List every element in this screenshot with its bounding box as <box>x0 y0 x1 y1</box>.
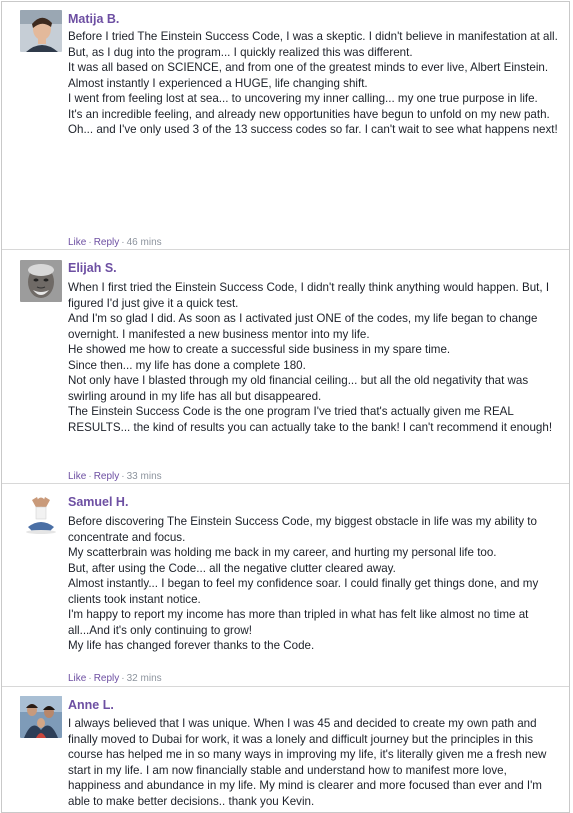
reply-link[interactable]: Reply <box>94 673 120 684</box>
comment-paragraph: Oh... and I've only used 3 of the 13 suc… <box>68 123 558 136</box>
comment-paragraph: When I first tried the Einstein Success … <box>68 281 550 310</box>
comment: Matija B. Before I tried The Einstein Su… <box>2 2 569 258</box>
comment-paragraph: And I'm so glad I did. As soon as I acti… <box>68 312 538 341</box>
comment-text: I always believed that I was unique. Whe… <box>68 716 558 809</box>
comment-paragraph: It's an incredible feeling, and already … <box>68 107 550 121</box>
comment-paragraph: The Einstein Success Code is the one pro… <box>68 405 553 434</box>
meditating-man-avatar[interactable] <box>20 493 62 535</box>
comment-paragraph: Since then... my life has done a complet… <box>68 358 306 372</box>
comment: Elijah S. When I first tried the Einstei… <box>2 249 569 483</box>
comment-text: When I first tried the Einstein Success … <box>68 280 558 435</box>
comment: Anne L. I always believed that I was uni… <box>2 686 569 812</box>
comment-paragraph: But, after using the Code... all the neg… <box>68 561 396 575</box>
reply-link[interactable]: Reply <box>94 471 120 482</box>
separator-dot: · <box>88 673 92 684</box>
like-link[interactable]: Like <box>68 673 86 684</box>
comment: Samuel H. Before discovering The Einstei… <box>2 483 569 686</box>
comment-paragraph: I always believed that I was unique. Whe… <box>68 717 547 808</box>
comment-paragraph: He showed me how to create a successful … <box>68 343 451 356</box>
comment-paragraph: But, as I dug into the program... I quic… <box>68 45 413 59</box>
separator-dot: · <box>121 673 125 684</box>
commenter-name[interactable]: Anne L. <box>68 697 114 713</box>
comment-paragraph: Not only have I blasted through my old f… <box>68 374 529 403</box>
reply-link[interactable]: Reply <box>94 237 120 248</box>
elderly-man-avatar[interactable] <box>20 260 62 302</box>
comment-paragraph: Before I tried The Einstein Success Code… <box>68 30 558 43</box>
comment-paragraph: Before discovering The Einstein Success … <box>68 515 537 544</box>
comment-actions: Like · Reply · 33 mins <box>68 471 162 483</box>
separator-dot: · <box>88 237 92 248</box>
family-avatar[interactable] <box>20 696 62 738</box>
commenter-name[interactable]: Elijah S. <box>68 260 117 276</box>
commenter-name[interactable]: Matija B. <box>68 11 119 27</box>
comment-actions: Like · Reply · 46 mins <box>68 237 162 249</box>
separator-dot: · <box>88 471 92 482</box>
comment-paragraph: It was all based on SCIENCE, and from on… <box>68 61 549 74</box>
comment-paragraph: I'm happy to report my income has more t… <box>68 608 529 637</box>
comment-paragraph: I went from feeling lost at sea... to un… <box>68 92 538 105</box>
comment-paragraph: Almost instantly I experienced a HUGE, l… <box>68 76 368 90</box>
comment-timestamp: 32 mins <box>126 673 162 684</box>
comment-actions: Like · Reply · 32 mins <box>68 673 162 685</box>
comment-paragraph: My scatterbrain was holding me back in m… <box>68 546 497 559</box>
comment-paragraph: My life has changed forever thanks to th… <box>68 639 315 652</box>
separator-dot: · <box>121 471 125 482</box>
like-link[interactable]: Like <box>68 471 86 482</box>
comment-paragraph: Almost instantly... I began to feel my c… <box>68 577 539 606</box>
commenter-name[interactable]: Samuel H. <box>68 494 128 510</box>
comments-panel: Matija B. Before I tried The Einstein Su… <box>1 1 570 813</box>
like-link[interactable]: Like <box>68 237 86 248</box>
comment-timestamp: 46 mins <box>126 237 162 248</box>
comment-timestamp: 33 mins <box>126 471 162 482</box>
comment-text: Before I tried The Einstein Success Code… <box>68 29 558 138</box>
comment-text: Before discovering The Einstein Success … <box>68 514 558 654</box>
separator-dot: · <box>121 237 125 248</box>
young-man-avatar[interactable] <box>20 10 62 52</box>
